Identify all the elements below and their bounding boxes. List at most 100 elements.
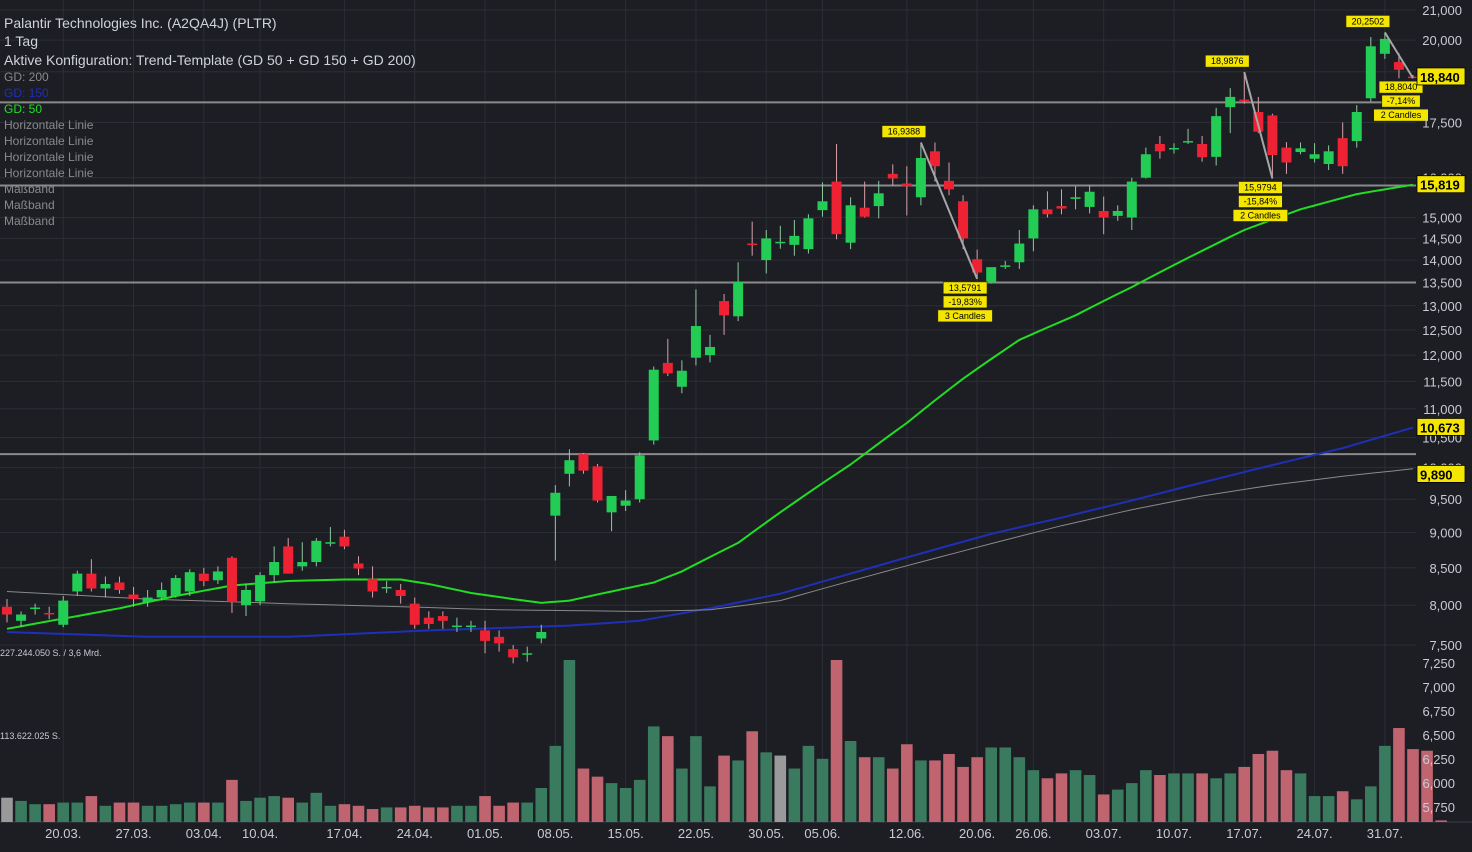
candle-body	[634, 455, 645, 500]
volume-bar	[352, 805, 365, 822]
candle[interactable]	[803, 214, 814, 254]
date-axis-tick: 27.03.	[115, 826, 151, 841]
candle-body	[719, 301, 730, 316]
candle-body	[156, 589, 167, 598]
candle-body	[1351, 111, 1362, 142]
candle[interactable]	[255, 572, 266, 606]
candle-body	[367, 578, 378, 592]
volume-bar	[901, 744, 913, 822]
volume-bar	[127, 802, 140, 822]
candle-body	[241, 589, 252, 606]
candle[interactable]	[58, 596, 69, 628]
volume-bar	[254, 797, 266, 822]
volume-bar	[929, 760, 941, 822]
volume-bar	[169, 804, 182, 822]
candle-body	[142, 597, 153, 603]
candle-body	[929, 151, 940, 167]
volume-bar	[985, 747, 997, 822]
volume-bar	[1027, 770, 1040, 822]
candle[interactable]	[648, 366, 659, 445]
volume-bar	[858, 757, 871, 822]
measure-high-label: 20,2502	[1352, 16, 1385, 26]
volume-bar	[1266, 750, 1279, 822]
candle-body	[761, 238, 772, 261]
price-axis-tick: 14,500	[1422, 231, 1462, 246]
volume-bar	[1322, 796, 1335, 822]
volume-bar	[605, 783, 618, 822]
candle-body	[1295, 148, 1306, 153]
date-axis-tick: 24.07.	[1297, 826, 1333, 841]
candle-body	[255, 575, 266, 602]
volume-bar	[1224, 773, 1237, 822]
candle-body	[1393, 62, 1404, 70]
volume-bar	[310, 792, 323, 822]
volume-bar	[1168, 773, 1180, 822]
candle[interactable]	[634, 452, 645, 503]
volume-bar	[226, 779, 238, 822]
volume-bar	[437, 807, 449, 822]
volume-bar	[746, 731, 758, 822]
volume-bar	[451, 805, 463, 822]
volume-bar	[1350, 799, 1363, 822]
volume-bar	[718, 755, 730, 822]
volume-bar	[872, 757, 885, 822]
candle-body	[662, 362, 673, 374]
candle-body	[212, 571, 223, 581]
candle-body	[620, 500, 631, 506]
volume-bar	[324, 805, 337, 822]
volume-bar	[1238, 766, 1251, 822]
date-axis-tick: 12.06.	[889, 826, 925, 841]
volume-bar	[1069, 770, 1082, 822]
volume-bar	[535, 787, 548, 822]
interval-label: 1 Tag	[4, 33, 38, 49]
candle-body	[395, 589, 406, 597]
volume-bar	[704, 786, 716, 822]
measure-candles-label: 2 Candles	[1240, 211, 1281, 221]
chart-title: Palantir Technologies Inc. (A2QA4J) (PLT…	[4, 15, 277, 31]
config-label: Aktive Konfiguration: Trend-Template (GD…	[4, 52, 416, 68]
candle[interactable]	[592, 463, 603, 503]
volume-axis-tick: 5,750	[1422, 800, 1455, 815]
volume-bar	[141, 805, 154, 822]
volume-bar	[1294, 773, 1307, 822]
volume-bar	[647, 726, 660, 822]
volume-mid-label: 113.622.025 S.	[0, 731, 60, 741]
candle-body	[1267, 115, 1278, 156]
volume-bar	[999, 747, 1012, 822]
candle-body	[944, 180, 955, 190]
candle-body	[648, 369, 659, 441]
price-axis-tick: 8,500	[1429, 561, 1462, 576]
volume-bar	[1308, 796, 1321, 822]
candle-body	[170, 578, 181, 597]
legend-item: Maßband	[4, 214, 55, 228]
candle-body	[423, 617, 434, 624]
candle-body	[676, 370, 687, 387]
volume-bar	[760, 752, 773, 822]
candle-body	[437, 616, 448, 621]
candle-body	[536, 631, 547, 639]
candle-body	[831, 181, 842, 235]
candle-body	[184, 572, 195, 592]
volume-bar	[1210, 778, 1222, 822]
price-axis-tick: 7,500	[1429, 638, 1462, 653]
date-axis-tick: 17.07.	[1226, 826, 1262, 841]
volume-bar	[577, 768, 590, 822]
price-tag-value: 18,840	[1420, 70, 1460, 85]
candle-body	[550, 492, 561, 516]
volume-bar	[423, 807, 435, 822]
chart-root: 5,750 6,000 6,250 6,500 6,750 7,000 7,250 16,9…	[0, 0, 1472, 847]
candle[interactable]	[986, 267, 997, 284]
candle-body	[1197, 143, 1208, 158]
candle[interactable]	[1211, 107, 1222, 166]
volume-bar	[591, 776, 604, 822]
candle-body	[1168, 147, 1179, 150]
volume-bar	[1379, 745, 1391, 822]
candle-body	[522, 653, 533, 655]
candle-body	[1211, 116, 1222, 157]
candle[interactable]	[1365, 37, 1376, 102]
candle[interactable]	[578, 452, 589, 474]
candle[interactable]	[170, 575, 181, 598]
volume-bar	[268, 796, 280, 822]
price-chart[interactable]: 5,750 6,000 6,250 6,500 6,750 7,000 7,250 16,9…	[0, 0, 1472, 847]
candle-body	[1014, 243, 1025, 263]
